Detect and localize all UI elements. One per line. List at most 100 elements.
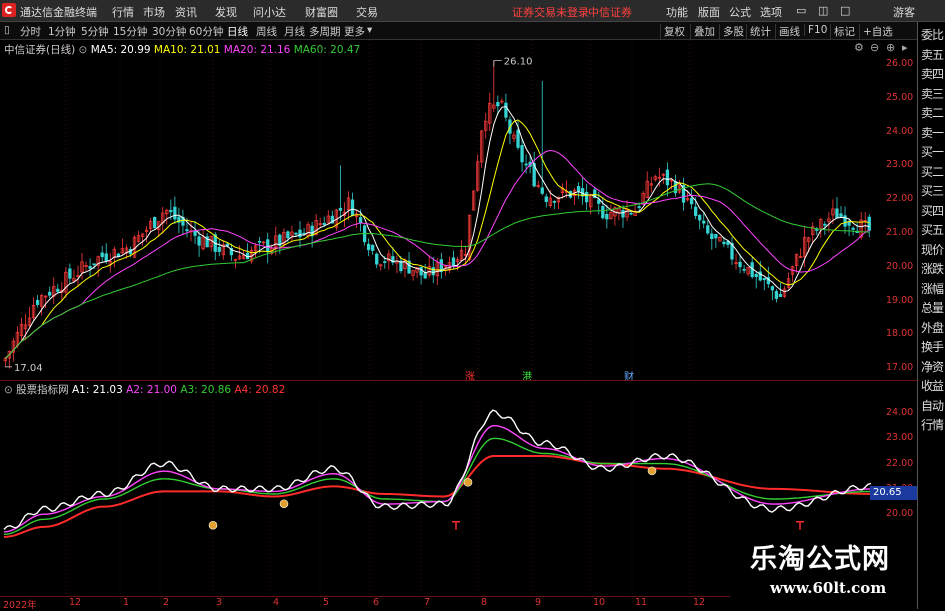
candle-body (358, 217, 363, 224)
side-item-4[interactable]: 卖二 (918, 104, 945, 121)
price-tick: 23.00 (886, 159, 914, 171)
period-daily[interactable]: 日线 (227, 24, 248, 39)
candle-body (605, 214, 609, 220)
app-name: 通达信金融终端 (20, 6, 97, 19)
period-monthly[interactable]: 月线 (284, 24, 305, 39)
a2-line (3, 425, 872, 533)
candle-body (197, 236, 201, 246)
candle-body (702, 220, 706, 224)
menu-caifuquan[interactable]: 财富圈 (305, 4, 338, 20)
restore-window-icon[interactable]: ◫ (818, 4, 828, 17)
price-tick: 24.00 (886, 125, 914, 137)
tool-diejia[interactable]: 叠加 (690, 24, 718, 39)
menu-gongneng[interactable]: 功能 (666, 4, 688, 20)
side-item-7[interactable]: 买二 (918, 163, 945, 180)
menu-wenxiaoda[interactable]: 问小达 (253, 4, 286, 20)
tool-huaxian[interactable]: 画线 (775, 24, 803, 39)
broker-name[interactable]: 中信证券 (588, 4, 632, 20)
tool-f10[interactable]: F10 (804, 24, 830, 36)
candle-body (851, 227, 855, 230)
side-item-19[interactable]: 自动 (918, 397, 945, 414)
period-arrow-icon[interactable]: ▯ (4, 24, 10, 36)
side-item-8[interactable]: 买三 (918, 182, 945, 199)
period-multi[interactable]: 多周期 (309, 24, 341, 39)
menu-hangqing[interactable]: 行情 (112, 4, 134, 20)
price-tick: 18.00 (886, 328, 914, 340)
side-item-3[interactable]: 卖三 (918, 85, 945, 102)
candle-body (257, 240, 262, 243)
a3-line (3, 437, 872, 536)
period-more[interactable]: 更多 (344, 24, 365, 39)
side-item-15[interactable]: 外盘 (918, 319, 945, 336)
ma10-line (4, 119, 870, 359)
tool-duogu[interactable]: 多股 (719, 24, 747, 39)
side-item-1[interactable]: 卖五 (918, 46, 945, 63)
date-tick: 5 (323, 597, 330, 608)
period-weekly[interactable]: 周线 (256, 24, 277, 39)
candle-body (104, 253, 108, 262)
side-item-0[interactable]: 委比 (918, 26, 945, 43)
side-item-17[interactable]: 净资 (918, 358, 945, 375)
period-30min[interactable]: 30分钟 (152, 24, 186, 39)
menu-xuanxiang[interactable]: 选项 (760, 4, 782, 20)
watermark-url: www.60lt.com (770, 579, 887, 597)
side-item-5[interactable]: 卖一 (918, 124, 945, 141)
candle-body (366, 243, 371, 251)
side-item-20[interactable]: 行情 (918, 416, 945, 433)
menu-zixun[interactable]: 资讯 (175, 4, 197, 20)
candle-body (56, 288, 60, 292)
login-status[interactable]: 证券交易未登录 (512, 4, 589, 20)
tool-biaoji[interactable]: 标记 (830, 24, 858, 39)
guest-label[interactable]: 游客 (893, 4, 915, 20)
period-15min[interactable]: 15分钟 (113, 24, 147, 39)
candle-body (722, 241, 726, 245)
side-item-2[interactable]: 卖四 (918, 65, 945, 82)
candle-body (867, 216, 871, 231)
side-item-16[interactable]: 换手 (918, 338, 945, 355)
app-logo-icon (2, 3, 16, 17)
candle-body (173, 206, 177, 220)
candle-body (286, 231, 290, 239)
candle-body (637, 206, 641, 208)
side-item-9[interactable]: 买四 (918, 202, 945, 219)
candle-body (524, 163, 528, 166)
minimize-window-icon[interactable]: ▭ (796, 4, 806, 17)
tool-tongji[interactable]: 统计 (746, 24, 774, 39)
candle-body (698, 214, 702, 221)
period-fenshi[interactable]: 分时 (20, 24, 41, 39)
menu-banmian[interactable]: 版面 (698, 4, 720, 20)
candle-body (629, 212, 633, 215)
candle-body (294, 232, 298, 235)
indicator-tick: 22.00 (886, 457, 914, 469)
side-item-11[interactable]: 现价 (918, 241, 945, 258)
menu-faxian[interactable]: 发现 (215, 4, 237, 20)
menu-jiaoyi[interactable]: 交易 (356, 4, 378, 20)
side-item-6[interactable]: 买一 (918, 143, 945, 160)
candle-body (92, 263, 96, 266)
indicator-tick: 20.00 (886, 508, 914, 520)
candle-body (419, 266, 423, 276)
candle-body (585, 191, 589, 203)
side-item-10[interactable]: 买五 (918, 221, 945, 238)
side-item-13[interactable]: 涨幅 (918, 280, 945, 297)
menu-shichang[interactable]: 市场 (143, 4, 165, 20)
menu-gongshi[interactable]: 公式 (729, 4, 751, 20)
period-5min[interactable]: 5分钟 (81, 24, 109, 39)
candle-body (778, 294, 783, 298)
chevron-down-icon[interactable]: ▾ (367, 24, 372, 36)
window-icon[interactable]: □ (840, 4, 850, 17)
side-item-14[interactable]: 总量 (918, 299, 945, 316)
candlestick-chart[interactable]: 26.10 17.04 (0, 40, 917, 380)
a4-line (3, 455, 872, 538)
money-bag-icon (647, 466, 657, 476)
side-item-18[interactable]: 收益 (918, 377, 945, 394)
side-item-12[interactable]: 涨跌 (918, 260, 945, 277)
price-tick: 26.00 (886, 58, 914, 69)
price-tick: 17.00 (886, 362, 914, 374)
period-1min[interactable]: 1分钟 (48, 24, 76, 39)
date-tick: 9 (535, 597, 542, 608)
candle-body (68, 268, 72, 279)
period-60min[interactable]: 60分钟 (189, 24, 223, 39)
tool-zixuan[interactable]: +自选 (859, 24, 896, 39)
tool-fuquan[interactable]: 复权 (660, 24, 688, 39)
